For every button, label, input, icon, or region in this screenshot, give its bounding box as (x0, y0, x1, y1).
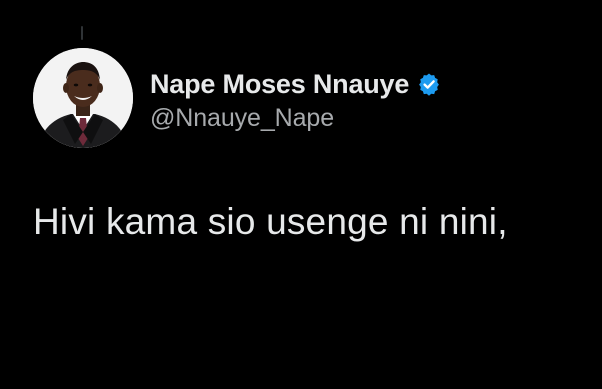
tweet-card: Nape Moses Nnauye @Nnauye_Nape Hivi kama… (0, 0, 602, 389)
author-handle[interactable]: @Nnauye_Nape (150, 104, 334, 133)
profile-photo-icon (33, 48, 133, 148)
author-display-name[interactable]: Nape Moses Nnauye (150, 69, 409, 100)
tweet-text: Hivi kama sio usenge ni nini, (33, 201, 508, 242)
thread-connector-line (81, 26, 83, 40)
author-avatar[interactable] (33, 48, 133, 148)
verified-badge-icon (417, 72, 441, 96)
author-name-row[interactable]: Nape Moses Nnauye (150, 67, 441, 101)
